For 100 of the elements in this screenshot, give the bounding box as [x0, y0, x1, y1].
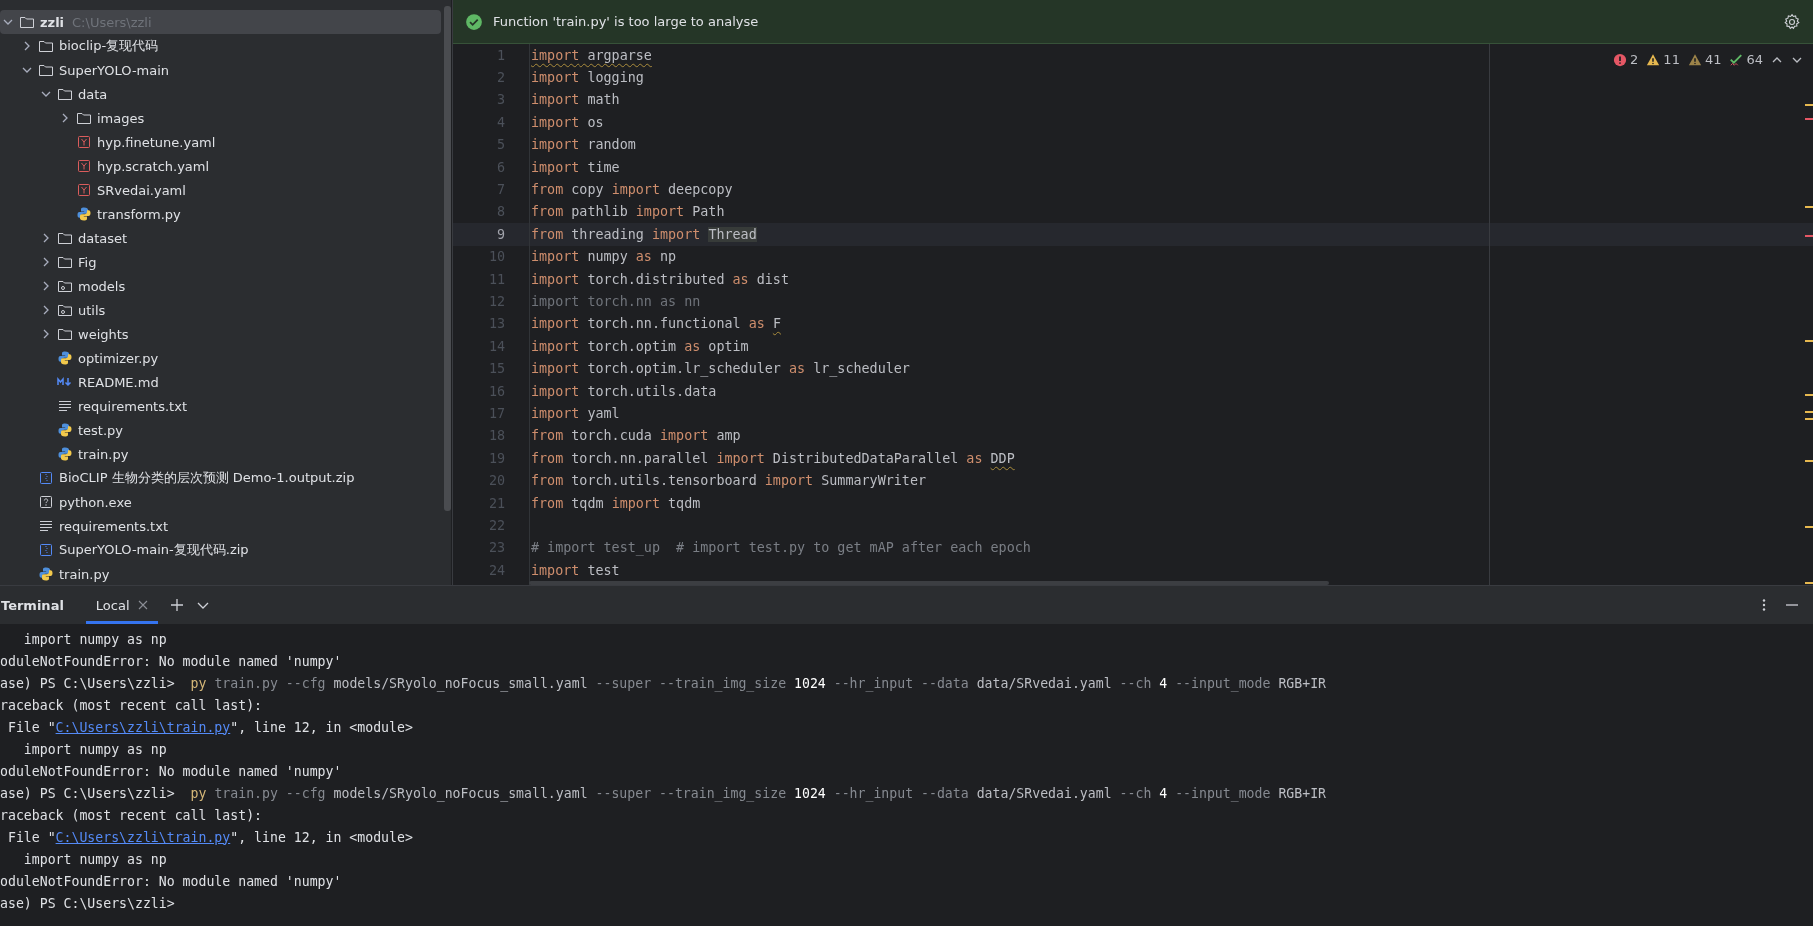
file-name: data [78, 86, 108, 102]
file-name: train.py [78, 446, 129, 462]
tree-item[interactable]: dataset [0, 226, 441, 250]
terminal-line: File "C:\Users\zzli\train.py", line 12, in <module> [6, 718, 414, 737]
python-icon [57, 350, 73, 366]
code-line: from threading import Thread [530, 226, 757, 242]
close-icon[interactable] [137, 600, 148, 610]
code-line: import os [530, 114, 604, 130]
code-line: import yaml [530, 405, 620, 421]
check-icon [1729, 52, 1744, 67]
code-line: import random [530, 137, 636, 153]
tree-item[interactable]: BioCLIP 生物分类的层次预测 Demo-1.output.zip [0, 466, 441, 490]
code-line: from tqdm import tqdm [530, 495, 701, 511]
tree-item[interactable]: train.py [0, 442, 441, 466]
file-name: test.py [78, 422, 124, 438]
tree-item[interactable]: test.py [0, 418, 441, 442]
tree-item[interactable]: SRvedai.yaml [0, 178, 441, 202]
code-line: import torch.nn.functional as F [530, 316, 781, 332]
file-name: dataset [78, 230, 128, 246]
file-name: BioCLIP 生物分类的层次预测 Demo-1.output.zip [59, 469, 355, 487]
inspection-counter[interactable]: 64 [1729, 52, 1763, 67]
file-link[interactable]: C:\Users\zzli\train.py [55, 719, 231, 735]
file-name: bioclip-复现代码 [59, 37, 159, 55]
tree-item[interactable]: utils [0, 298, 441, 322]
tree-item[interactable]: requirements.txt [0, 394, 441, 418]
tree-item[interactable]: python.exe [0, 490, 441, 514]
terminal-line: import numpy as np [22, 740, 168, 759]
tree-item[interactable]: SuperYOLO-main [0, 58, 441, 82]
file-name: models [78, 278, 126, 294]
file-name: Fig [78, 254, 97, 270]
folder-icon [38, 38, 54, 54]
terminal-line: ase) PS C:\Users\zzli> py train.py --cfg models/SRyolo_noFocus_small.yaml --super --train_img_size 1024 --hr_input --data data/SRvedai.yaml --ch 4 --input_mode RGB+IR [0, 674, 1327, 694]
folder-icon [19, 14, 35, 30]
inspection-counter[interactable]: 2 [1613, 52, 1639, 67]
tree-item[interactable]: Fig [0, 250, 441, 274]
text-file-icon [38, 518, 54, 534]
file-name: python.exe [59, 494, 132, 510]
code-line: import torch.optim as optim [530, 338, 749, 354]
folder-icon [57, 278, 73, 294]
plus-icon[interactable] [169, 598, 184, 612]
code-line: import numpy as np [530, 249, 677, 265]
tree-item[interactable]: requirements.txt [0, 514, 441, 538]
tree-item[interactable]: data [0, 82, 441, 106]
scrollbar[interactable] [444, 6, 451, 511]
folder-icon [57, 254, 73, 270]
file-name: hyp.scratch.yaml [97, 158, 210, 174]
terminal-line: File "C:\Users\zzli\train.py", line 12, in <module> [6, 828, 414, 847]
tree-item[interactable]: SuperYOLO-main-复现代码.zip [0, 538, 441, 562]
yaml-file-icon [76, 158, 92, 174]
unknown-file-icon [38, 494, 54, 510]
file-link[interactable]: C:\Users\zzli\train.py [55, 829, 231, 845]
archive-icon [38, 542, 54, 558]
file-name: train.py [59, 566, 110, 582]
file-name: SuperYOLO-main-复现代码.zip [59, 541, 249, 559]
check-circle-icon [465, 12, 483, 31]
file-name: README.md [78, 374, 159, 390]
code-line: import torch.optim.lr_scheduler as lr_scheduler [530, 361, 910, 377]
file-name: requirements.txt [78, 398, 187, 414]
folder-icon [76, 110, 92, 126]
python-icon [57, 446, 73, 462]
terminal-line: import numpy as np [22, 850, 168, 869]
terminal-line: import numpy as np [22, 630, 168, 649]
code-line: import torch.distributed as dist [530, 271, 789, 287]
tree-item[interactable]: README.md [0, 370, 441, 394]
terminal-tab[interactable]: Local [85, 586, 158, 624]
tree-item[interactable]: hyp.finetune.yaml [0, 130, 441, 154]
line-number: 9 [495, 226, 506, 242]
text-file-icon [57, 398, 73, 414]
folder-icon [38, 62, 54, 78]
inspection-counter[interactable]: 11 [1646, 52, 1680, 67]
tree-item[interactable]: train.py [0, 562, 441, 586]
terminal-line: raceback (most recent call last): [0, 806, 263, 825]
yaml-file-icon [76, 134, 92, 150]
terminal-line: oduleNotFoundError: No module named 'numpy' [0, 872, 343, 891]
python-icon [38, 566, 54, 582]
tree-item[interactable]: transform.py [0, 202, 441, 226]
python-icon [76, 206, 92, 222]
code-line: import torch.nn as nn [530, 294, 701, 309]
terminal-line: oduleNotFoundError: No module named 'numpy' [0, 762, 343, 781]
code-line: from torch.nn.parallel import DistributedDataParallel as DDP [530, 450, 1015, 466]
tree-item[interactable]: hyp.scratch.yaml [0, 154, 441, 178]
tree-item[interactable]: bioclip-复现代码 [0, 34, 441, 58]
tree-item[interactable]: optimizer.py [0, 346, 441, 370]
file-name: optimizer.py [78, 350, 159, 366]
terminal-line: ase) PS C:\Users\zzli> py train.py --cfg models/SRyolo_noFocus_small.yaml --super --train_img_size 1024 --hr_input --data data/SRvedai.yaml --ch 4 --input_mode RGB+IR [0, 784, 1327, 804]
code-line: from copy import deepcopy [530, 182, 733, 198]
code-line: import logging [530, 70, 644, 86]
file-name: hyp.finetune.yaml [97, 134, 216, 150]
settings-icon[interactable] [1783, 12, 1801, 31]
folder-icon [57, 326, 73, 342]
code-line: from pathlib import Path [530, 204, 725, 220]
file-name: utils [78, 302, 106, 318]
code-line: import test [530, 562, 620, 578]
python-icon [57, 422, 73, 438]
banner-message: Function 'train.py' is too large to analyse [493, 14, 760, 29]
tree-item[interactable]: models [0, 274, 441, 298]
inspection-counter[interactable]: 41 [1687, 52, 1722, 67]
file-name: transform.py [97, 206, 181, 222]
tree-item[interactable]: weights [0, 322, 441, 346]
tree-item[interactable]: images [0, 106, 441, 130]
